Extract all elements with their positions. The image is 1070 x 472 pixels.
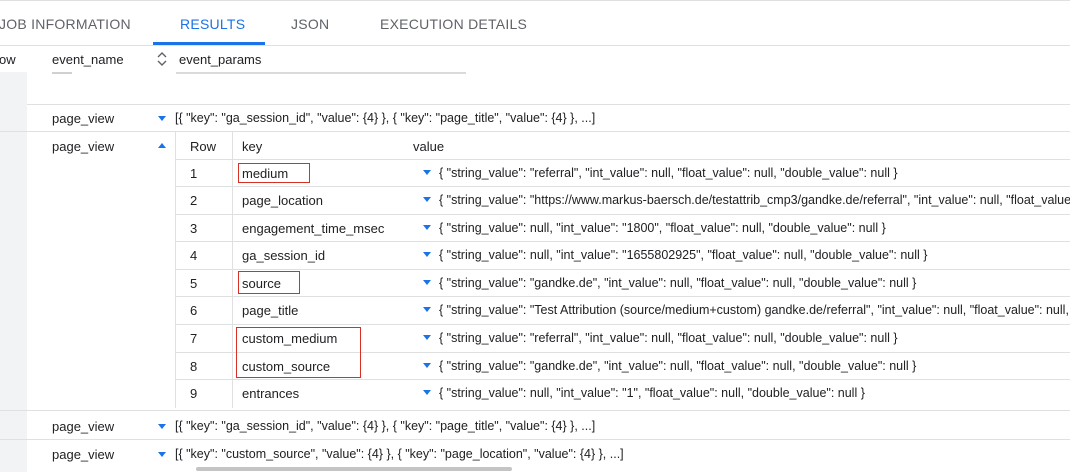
nested-row-value: { "string_value": "https://www.markus-ba… bbox=[439, 193, 1070, 207]
column-header-event-params[interactable]: event_params bbox=[179, 52, 261, 67]
expand-chevron-icon[interactable] bbox=[423, 280, 431, 285]
highlight-box-medium bbox=[238, 163, 310, 183]
expand-chevron-icon[interactable] bbox=[423, 170, 431, 175]
expand-chevron-icon[interactable] bbox=[423, 335, 431, 340]
cell-event-params: [{ "key": "ga_session_id", "value": {4} … bbox=[175, 419, 596, 433]
tab-job-information[interactable]: JOB INFORMATION bbox=[0, 1, 131, 45]
nested-row-number: 9 bbox=[190, 386, 198, 401]
nested-row-number: 7 bbox=[190, 331, 198, 346]
nested-row-value: { "string_value": null, "int_value": "16… bbox=[439, 248, 928, 262]
tab-results[interactable]: RESULTS bbox=[180, 1, 245, 45]
nested-header-row: Row bbox=[190, 139, 217, 154]
nested-row-number: 1 bbox=[190, 166, 198, 181]
nested-row-number: 3 bbox=[190, 221, 198, 236]
nested-row-value: { "string_value": null, "int_value": "1"… bbox=[439, 386, 865, 400]
cell-event-name: page_view bbox=[52, 111, 115, 126]
column-header-row: ow bbox=[0, 52, 16, 67]
nested-row: 9 entrances { "string_value": null, "int… bbox=[175, 379, 1070, 408]
nested-header-key: key bbox=[242, 139, 263, 154]
cell-event-params: [{ "key": "ga_session_id", "value": {4} … bbox=[175, 111, 596, 125]
nested-row-number: 8 bbox=[190, 359, 198, 374]
column-header-event-name[interactable]: event_name bbox=[52, 52, 124, 67]
cell-event-name: page_view bbox=[52, 447, 115, 462]
nested-row-value: { "string_value": "gandke.de", "int_valu… bbox=[439, 276, 917, 290]
expand-chevron-icon[interactable] bbox=[423, 390, 431, 395]
cropped-text-fragment bbox=[176, 72, 466, 74]
collapse-chevron-icon[interactable] bbox=[158, 143, 166, 148]
expand-chevron-icon[interactable] bbox=[158, 424, 166, 429]
cell-event-params: [{ "key": "custom_source", "value": {4} … bbox=[175, 447, 624, 461]
nested-row-key: page_location bbox=[242, 193, 323, 208]
row-number-column bbox=[0, 72, 27, 472]
nested-row: 5 source { "string_value": "gandke.de", … bbox=[175, 269, 1070, 297]
nested-row: 3 engagement_time_msec { "string_value":… bbox=[175, 214, 1070, 242]
expand-chevron-icon[interactable] bbox=[423, 225, 431, 230]
nested-row-value: { "string_value": "gandke.de", "int_valu… bbox=[439, 359, 917, 373]
expand-chevron-icon[interactable] bbox=[423, 363, 431, 368]
nested-row-value: { "string_value": "referral", "int_value… bbox=[439, 166, 898, 180]
row-divider bbox=[27, 104, 1070, 105]
highlight-box-source bbox=[238, 271, 300, 294]
tab-json[interactable]: JSON bbox=[291, 1, 329, 45]
nested-row-key: entrances bbox=[242, 386, 300, 401]
nested-row-key: ga_session_id bbox=[242, 248, 326, 263]
cell-event-name: page_view bbox=[52, 139, 115, 154]
expand-chevron-icon[interactable] bbox=[423, 252, 431, 257]
results-tabs: JOB INFORMATION RESULTS JSON EXECUTION D… bbox=[0, 1, 1070, 46]
tab-execution-details[interactable]: EXECUTION DETAILS bbox=[380, 1, 527, 45]
nested-row-number: 5 bbox=[190, 276, 198, 291]
nested-row-number: 6 bbox=[190, 303, 198, 318]
cropped-text-fragment bbox=[52, 72, 72, 74]
cell-event-name: page_view bbox=[52, 419, 115, 434]
sort-toggle-icon[interactable] bbox=[157, 52, 167, 66]
nested-row-key: engagement_time_msec bbox=[242, 221, 385, 236]
bigquery-results-panel: JOB INFORMATION RESULTS JSON EXECUTION D… bbox=[0, 0, 1070, 472]
row-divider bbox=[0, 410, 1070, 411]
nested-header-value: value bbox=[413, 139, 445, 154]
nested-row: 2 page_location { "string_value": "https… bbox=[175, 186, 1070, 214]
expand-chevron-icon[interactable] bbox=[158, 452, 166, 457]
expand-chevron-icon[interactable] bbox=[423, 197, 431, 202]
nested-row-key: page_title bbox=[242, 303, 299, 318]
nested-row-value: { "string_value": "Test Attribution (sou… bbox=[439, 303, 1070, 317]
nested-row-number: 4 bbox=[190, 248, 198, 263]
nested-row: 6 page_title { "string_value": "Test Att… bbox=[175, 296, 1070, 324]
highlight-box-custom-params bbox=[236, 327, 361, 378]
nested-row-number: 2 bbox=[190, 193, 198, 208]
nested-row: 4 ga_session_id { "string_value": null, … bbox=[175, 241, 1070, 269]
horizontal-scrollbar[interactable] bbox=[196, 467, 512, 471]
nested-row-value: { "string_value": "referral", "int_value… bbox=[439, 331, 898, 345]
nested-row-value: { "string_value": null, "int_value": "18… bbox=[439, 221, 886, 235]
row-divider bbox=[0, 439, 1070, 440]
expand-chevron-icon[interactable] bbox=[158, 116, 166, 121]
expand-chevron-icon[interactable] bbox=[423, 307, 431, 312]
